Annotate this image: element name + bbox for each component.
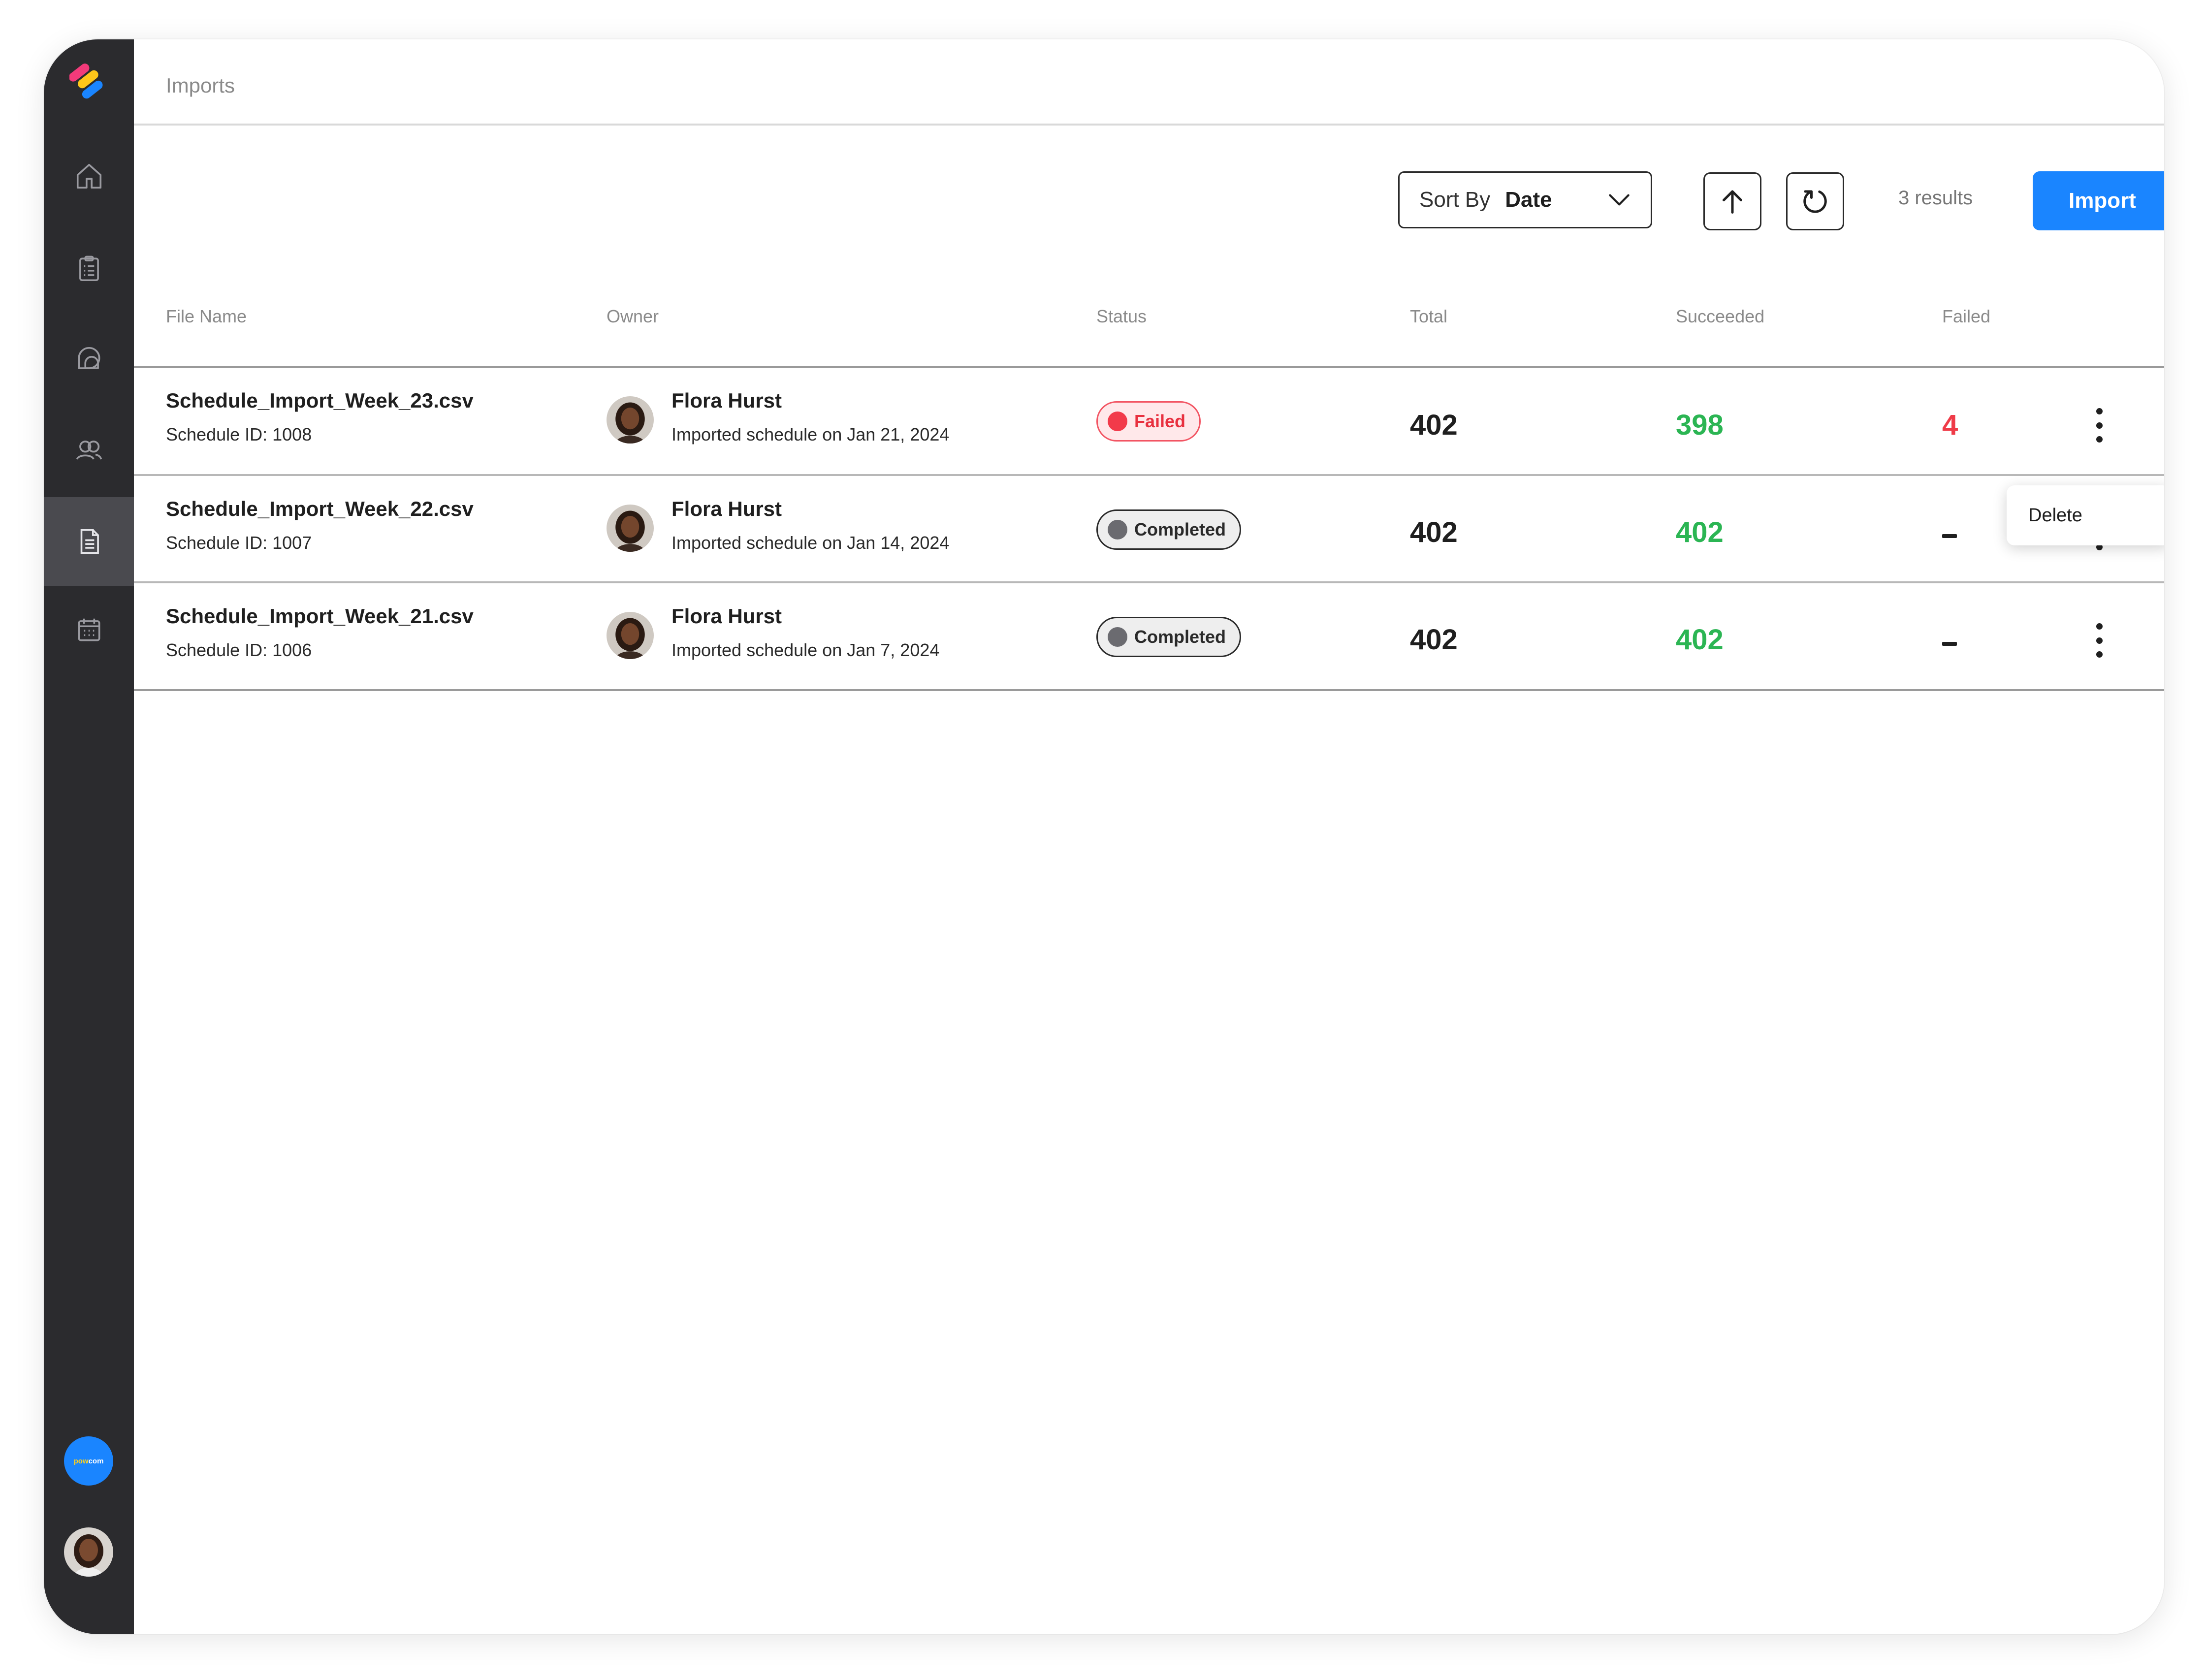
owner-cell: Flora Hurst Imported schedule on Jan 21,…	[671, 389, 949, 445]
owner-description: Imported schedule on Jan 21, 2024	[671, 424, 950, 444]
sidebar-item-imports[interactable]	[44, 497, 134, 586]
sidebar-item-team[interactable]	[44, 406, 134, 495]
column-header-failed[interactable]: Failed	[1942, 306, 1990, 327]
sidebar-item-home[interactable]	[44, 132, 134, 221]
sidebar: pow com	[44, 39, 134, 1634]
clipboard-icon	[79, 255, 99, 282]
owner-avatar	[607, 505, 654, 552]
sidebar-item-calendar[interactable]	[44, 586, 134, 674]
owner-avatar	[607, 612, 654, 659]
table-header-divider	[134, 366, 2164, 368]
succeeded-count: 402	[1676, 624, 1724, 656]
status-dot	[1108, 627, 1127, 647]
workspace-badge[interactable]: pow com	[64, 1436, 113, 1486]
row-menu-button[interactable]	[2089, 623, 2109, 658]
calendar-icon	[78, 618, 100, 641]
status-dot	[1108, 520, 1127, 539]
status-label: Failed	[1134, 411, 1186, 431]
schedule-id: Schedule ID: 1007	[166, 533, 312, 553]
home-icon	[76, 163, 101, 189]
total-count: 402	[1410, 409, 1458, 441]
column-header-owner[interactable]: Owner	[607, 306, 659, 327]
owner-description: Imported schedule on Jan 7, 2024	[671, 640, 940, 660]
owner-cell: Flora Hurst Imported schedule on Jan 7, …	[671, 604, 939, 661]
header-divider	[134, 124, 2164, 126]
row-divider	[134, 581, 2164, 583]
delete-menu-item[interactable]: Delete	[2028, 505, 2082, 526]
column-header-total[interactable]: Total	[1410, 306, 1447, 327]
file-name[interactable]: Schedule_Import_Week_23.csv	[166, 389, 474, 412]
owner-name: Flora Hurst	[671, 389, 782, 412]
row-context-menu: Delete	[2007, 485, 2164, 545]
sort-direction-button[interactable]	[1703, 172, 1761, 230]
schedule-id: Schedule ID: 1008	[166, 424, 312, 444]
app-logo-icon[interactable]	[69, 60, 109, 104]
succeeded-count: 398	[1676, 409, 1724, 441]
owner-description: Imported schedule on Jan 14, 2024	[671, 533, 950, 553]
table-bottom-divider	[134, 689, 2164, 691]
import-button[interactable]: Import	[2033, 171, 2164, 230]
status-badge: Completed	[1096, 509, 1242, 550]
file-name[interactable]: Schedule_Import_Week_22.csv	[166, 497, 474, 521]
row-divider	[134, 474, 2164, 476]
results-count: 3 results	[1898, 187, 1973, 209]
owner-cell: Flora Hurst Imported schedule on Jan 14,…	[671, 497, 949, 553]
app-window: pow com Imports Sort By Date 3 results I…	[44, 39, 2164, 1634]
sort-dropdown[interactable]: Sort By Date	[1398, 171, 1652, 228]
succeeded-count: 402	[1676, 516, 1724, 548]
status-label: Completed	[1134, 519, 1226, 539]
failed-count: 4	[1942, 409, 1958, 441]
schedule-id: Schedule ID: 1006	[166, 640, 312, 660]
workspace-badge-text-2: com	[88, 1457, 104, 1465]
user-avatar[interactable]	[64, 1527, 113, 1577]
breadcrumb: Imports	[166, 74, 235, 97]
refresh-button[interactable]	[1786, 172, 1844, 230]
owner-name: Flora Hurst	[671, 497, 782, 520]
document-icon	[80, 529, 99, 554]
sidebar-item-tasks[interactable]	[44, 224, 134, 313]
file-cell: Schedule_Import_Week_23.csv Schedule ID:…	[166, 389, 474, 445]
chevron-down-icon	[1609, 194, 1630, 206]
column-header-file-name[interactable]: File Name	[166, 306, 247, 327]
sidebar-item-messages[interactable]	[44, 315, 134, 404]
total-count: 402	[1410, 516, 1458, 548]
status-label: Completed	[1134, 627, 1226, 647]
file-name[interactable]: Schedule_Import_Week_21.csv	[166, 604, 474, 628]
refresh-icon	[1803, 190, 1827, 213]
column-header-succeeded[interactable]: Succeeded	[1676, 306, 1764, 327]
main-content: Imports Sort By Date 3 results Import Fi…	[134, 39, 2164, 1634]
users-icon	[76, 441, 102, 460]
owner-name: Flora Hurst	[671, 604, 782, 628]
file-cell: Schedule_Import_Week_22.csv Schedule ID:…	[166, 497, 474, 553]
arrow-up-icon	[1723, 190, 1742, 214]
status-dot	[1108, 412, 1127, 431]
failed-empty-dash	[1942, 642, 1957, 646]
chat-bubbles-icon	[78, 347, 100, 369]
row-menu-button[interactable]	[2089, 408, 2109, 443]
failed-empty-dash	[1942, 534, 1957, 538]
file-cell: Schedule_Import_Week_21.csv Schedule ID:…	[166, 604, 474, 661]
sort-value: Date	[1505, 188, 1552, 212]
owner-avatar	[607, 396, 654, 444]
column-header-status[interactable]: Status	[1096, 306, 1147, 327]
status-badge: Failed	[1096, 401, 1201, 442]
status-badge: Completed	[1096, 617, 1242, 657]
total-count: 402	[1410, 624, 1458, 656]
workspace-badge-text: pow	[73, 1457, 89, 1465]
sort-label: Sort By	[1419, 188, 1491, 212]
